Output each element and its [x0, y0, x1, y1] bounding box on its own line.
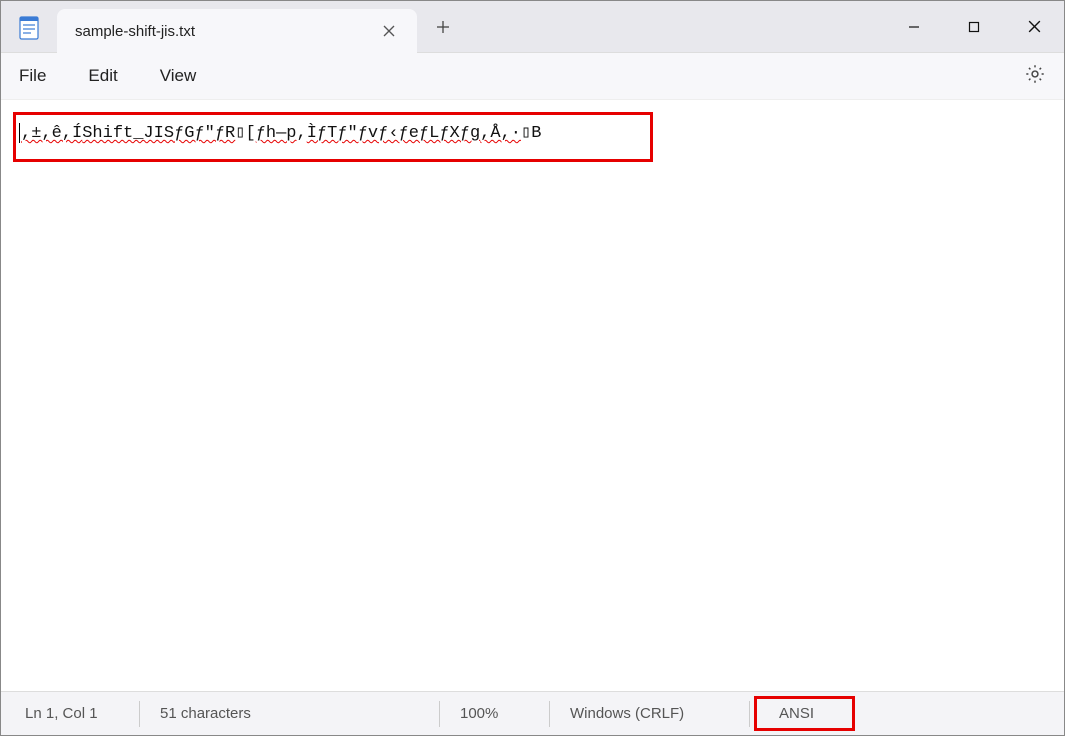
editor-text-segment: Shift_JIS	[82, 124, 174, 143]
status-zoom[interactable]: 100%	[439, 701, 549, 727]
editor-text-segment: ÌƒTƒ"ƒvƒ‹ƒeƒLƒXƒg	[307, 124, 480, 143]
editor-text-segment: ,	[297, 124, 307, 143]
menu-edit[interactable]: Edit	[88, 66, 117, 86]
document-tab[interactable]: sample-shift-jis.txt	[57, 9, 417, 53]
menu-bar: File Edit View	[1, 53, 1064, 100]
editor-text-segment: ƒh—p	[256, 124, 297, 143]
close-window-button[interactable]	[1004, 1, 1064, 52]
title-bar: sample-shift-jis.txt	[1, 1, 1064, 53]
status-line-ending[interactable]: Windows (CRLF)	[549, 701, 749, 727]
status-character-count[interactable]: 51 characters	[139, 701, 439, 727]
new-tab-button[interactable]	[423, 1, 463, 52]
status-bar: Ln 1, Col 1 51 characters 100% Windows (…	[1, 691, 1064, 735]
tab-close-button[interactable]	[375, 17, 403, 45]
editor-area: ,±,ê,ÍShift_JISƒGƒ"ƒR▯[ƒh—p,ÌƒTƒ"ƒvƒ‹ƒeƒ…	[1, 100, 1064, 691]
menu-view[interactable]: View	[160, 66, 197, 86]
minimize-button[interactable]	[884, 1, 944, 52]
text-editor[interactable]: ,±,ê,ÍShift_JISƒGƒ"ƒR▯[ƒh—p,ÌƒTƒ"ƒvƒ‹ƒeƒ…	[1, 100, 1064, 165]
settings-button[interactable]	[1024, 63, 1046, 90]
editor-text-segment: ,±,ê,Í	[21, 124, 82, 143]
status-encoding-label: ANSI	[779, 705, 814, 722]
titlebar-drag-region[interactable]	[463, 1, 884, 52]
maximize-button[interactable]	[944, 1, 1004, 52]
annotation-highlight-encoding: ANSI	[754, 696, 855, 731]
editor-text-segment: ƒGƒ"ƒR	[174, 124, 235, 143]
status-cursor-position[interactable]: Ln 1, Col 1	[25, 701, 139, 727]
text-caret	[19, 123, 20, 143]
editor-text-segment: ▯B	[521, 124, 541, 143]
editor-text-segment: ,Å,·	[480, 124, 521, 143]
status-encoding[interactable]: ANSI	[749, 701, 879, 727]
tab-title: sample-shift-jis.txt	[75, 23, 365, 40]
menu-file[interactable]: File	[19, 66, 46, 86]
editor-text-segment: ▯[	[235, 124, 255, 143]
window-controls	[884, 1, 1064, 52]
notepad-app-icon	[1, 1, 57, 52]
